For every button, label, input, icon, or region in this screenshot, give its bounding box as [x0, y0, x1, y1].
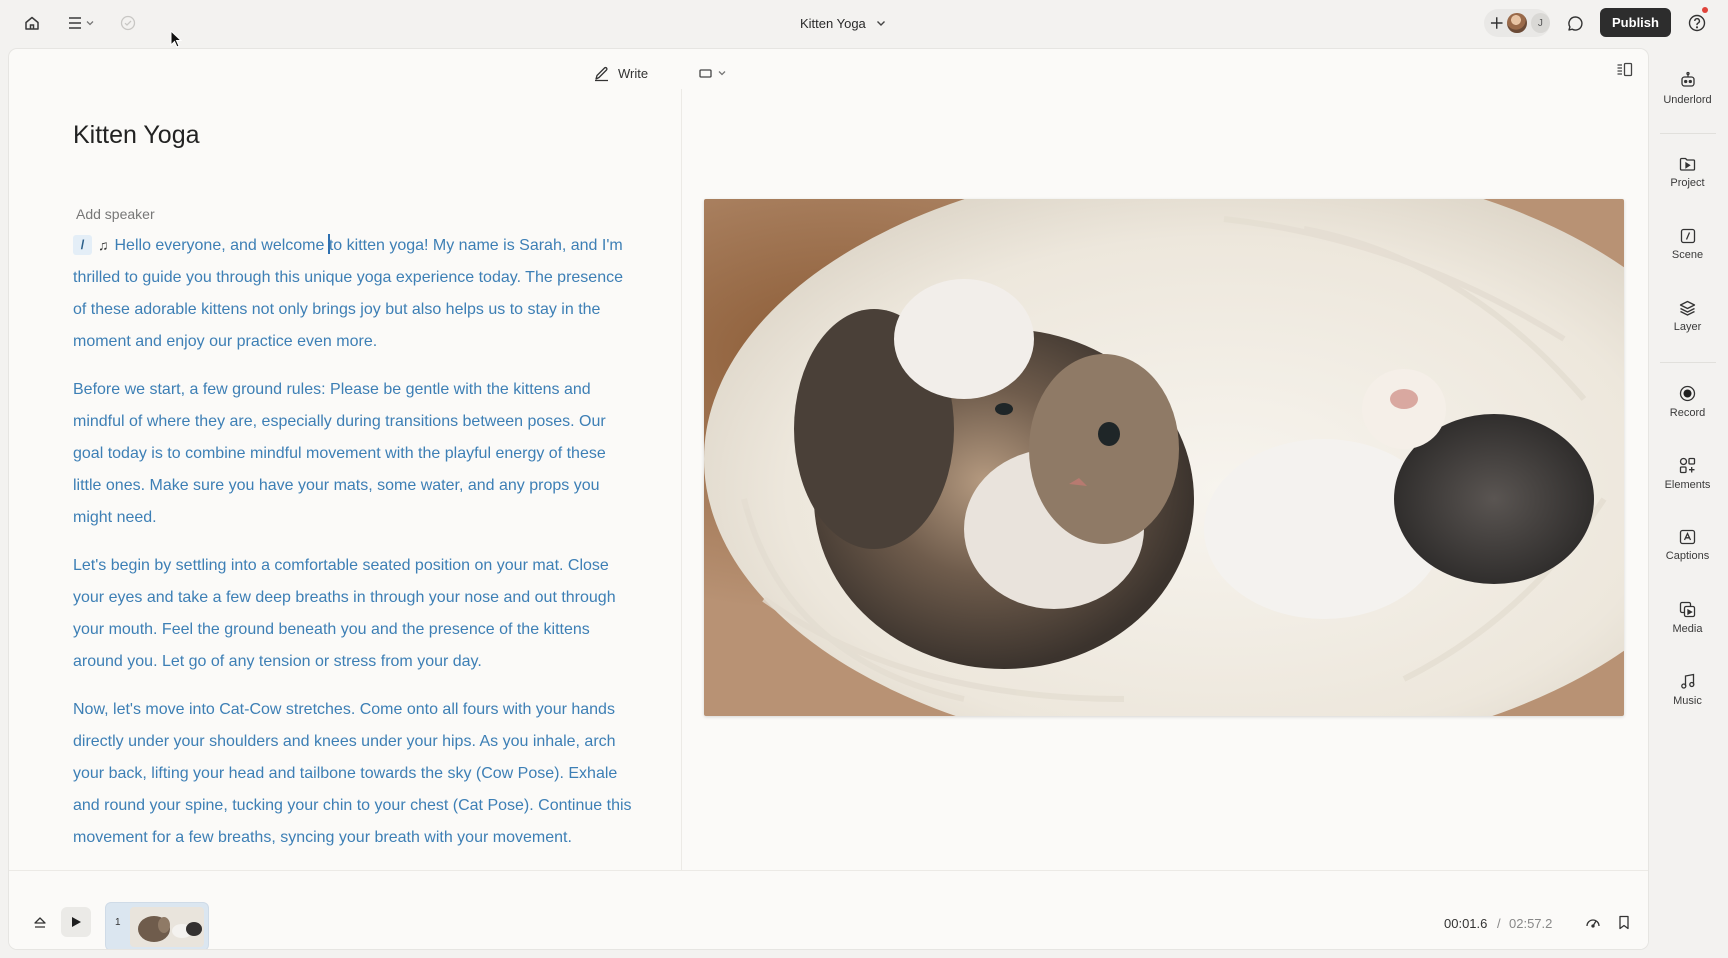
script-editor[interactable]: / ♫ Hello everyone, and welcome to kitten … — [73, 229, 633, 919]
sidebar-item-layer[interactable]: Layer — [1652, 300, 1723, 333]
sidebar-divider — [1660, 362, 1716, 363]
sidebar-item-label: Scene — [1671, 249, 1704, 261]
notification-dot — [1702, 7, 1708, 13]
kitten-photo — [704, 199, 1624, 716]
aspect-ratio-dropdown[interactable] — [699, 63, 726, 83]
pane-divider[interactable] — [681, 89, 682, 889]
slash-command-chip[interactable]: / — [73, 235, 92, 255]
total-duration: 02:57.2 — [1509, 916, 1553, 931]
scene-thumbnail-image — [130, 907, 204, 947]
avatar-initial: J — [1530, 13, 1551, 33]
media-icon — [1679, 601, 1696, 618]
pen-icon — [595, 66, 608, 81]
hamburger-icon — [69, 17, 81, 29]
write-mode-button[interactable]: Write — [593, 62, 648, 84]
music-note-icon — [1680, 673, 1694, 689]
publish-button[interactable]: Publish — [1600, 8, 1671, 37]
aspect-ratio-icon — [699, 68, 712, 78]
saved-status-icon — [118, 13, 138, 33]
collaborators-group[interactable]: J — [1484, 9, 1551, 37]
menu-dropdown-button[interactable] — [64, 13, 98, 33]
expand-timeline-icon[interactable] — [31, 913, 49, 931]
sidebar-item-label: Music — [1673, 695, 1702, 707]
captions-icon — [1679, 529, 1696, 545]
sidebar-divider — [1660, 133, 1716, 134]
play-button[interactable] — [61, 907, 91, 937]
mouse-pointer-icon — [170, 29, 183, 53]
sidebar-item-label: Media — [1672, 623, 1703, 635]
plus-icon — [1490, 17, 1503, 29]
play-icon — [71, 917, 81, 927]
layers-icon — [1679, 300, 1696, 316]
sidebar-item-captions[interactable]: Captions — [1652, 529, 1723, 562]
bookmark-icon[interactable] — [1614, 912, 1634, 932]
record-icon — [1679, 385, 1696, 402]
script-paragraph[interactable]: Before we start, a few ground rules: Ple… — [73, 374, 633, 534]
comments-icon[interactable] — [1564, 12, 1586, 34]
home-icon[interactable] — [22, 13, 42, 33]
scene-thumbnail[interactable]: 1 — [105, 902, 209, 949]
help-icon[interactable] — [1685, 11, 1709, 35]
playback-speed-icon[interactable] — [1583, 912, 1603, 932]
panel-layout-toggle-icon[interactable] — [1616, 62, 1633, 82]
sidebar-item-underlord[interactable]: Underlord — [1652, 71, 1723, 106]
chevron-down-icon — [718, 71, 726, 76]
avatar — [1507, 13, 1527, 33]
chevron-down-icon — [876, 20, 885, 26]
editor-workspace: Write Kitten Yoga Add speaker / ♫ Hello ev… — [9, 49, 1648, 949]
add-speaker-button[interactable]: Add speaker — [76, 206, 155, 222]
scene-number: 1 — [115, 917, 121, 928]
folder-play-icon — [1679, 157, 1696, 171]
sidebar-item-music[interactable]: Music — [1652, 673, 1723, 707]
chevron-down-icon — [86, 21, 94, 26]
sidebar-item-label: Elements — [1664, 479, 1711, 491]
project-title: Kitten Yoga — [800, 15, 866, 31]
script-paragraph[interactable]: / ♫ Hello everyone, and welcome to kitten … — [73, 229, 633, 358]
top-bar: Kitten Yoga J Publish — [0, 0, 1728, 46]
current-time: 00:01.6 — [1444, 916, 1488, 931]
sidebar-item-label: Layer — [1673, 321, 1702, 333]
script-paragraph[interactable]: Let's begin by settling into a comfortab… — [73, 550, 633, 678]
editor-toolbar: Write — [9, 49, 1648, 95]
sidebar-item-elements[interactable]: Elements — [1652, 457, 1723, 491]
sidebar-item-scene[interactable]: Scene — [1652, 228, 1723, 261]
scene-slash-icon — [1680, 228, 1695, 244]
elements-icon — [1679, 457, 1696, 474]
sidebar-item-project[interactable]: Project — [1652, 156, 1723, 189]
timeline-bar: 1 00:01.6 / 02:57.2 — [9, 870, 1648, 949]
paragraph-text: Hello everyone, and welcome — [114, 237, 329, 254]
sidebar-item-label: Captions — [1665, 550, 1710, 562]
script-paragraph[interactable]: Now, let's move into Cat-Cow stretches. … — [73, 694, 633, 854]
scene-canvas-image[interactable] — [704, 199, 1624, 716]
write-label: Write — [618, 65, 649, 81]
robot-icon — [1680, 71, 1695, 87]
sidebar-item-media[interactable]: Media — [1652, 601, 1723, 635]
music-note-icon: ♫ — [98, 237, 109, 253]
sidebar-item-label: Record — [1669, 407, 1706, 419]
project-title-dropdown[interactable]: Kitten Yoga — [800, 12, 886, 34]
sidebar-item-label: Underlord — [1663, 94, 1712, 106]
sidebar-item-record[interactable]: Record — [1652, 385, 1723, 419]
time-separator: / — [1497, 916, 1501, 931]
sidebar-item-label: Project — [1670, 177, 1705, 189]
document-title[interactable]: Kitten Yoga — [73, 121, 200, 150]
